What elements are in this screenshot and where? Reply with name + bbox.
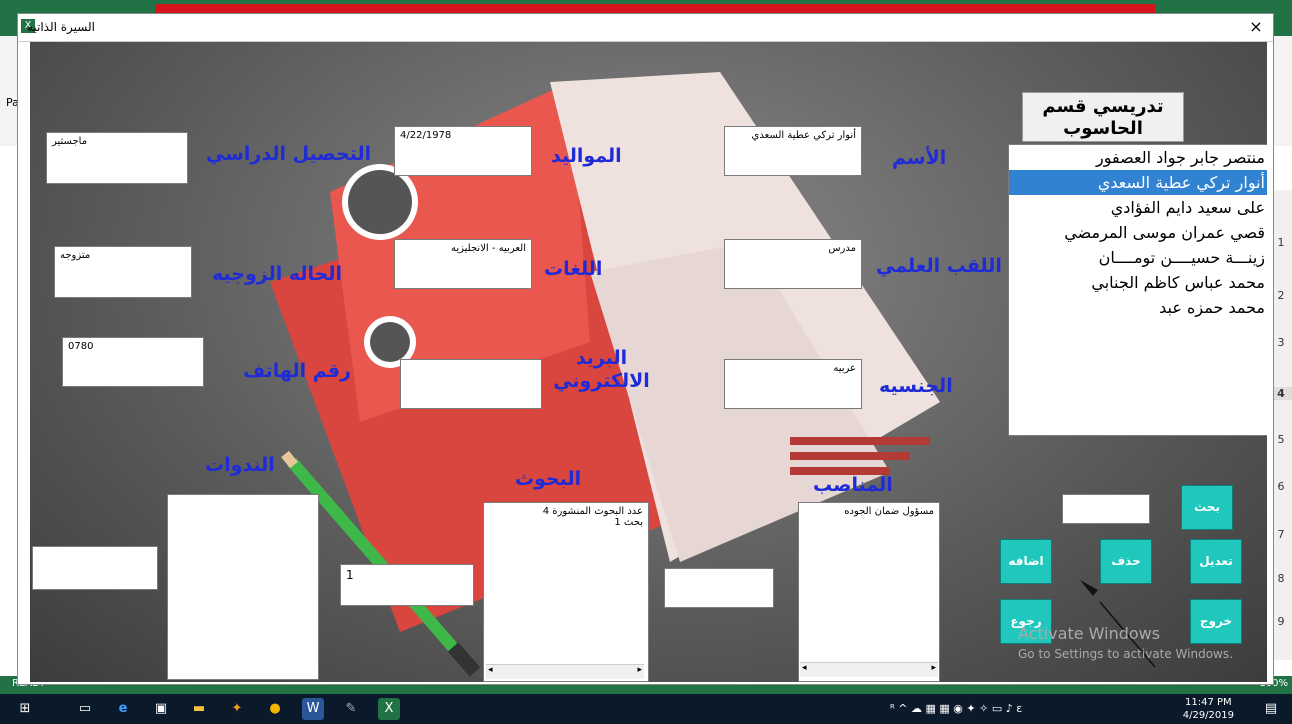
languages-field[interactable]: العربيه - الانجليزيه	[394, 239, 532, 289]
list-item[interactable]: منتصر جابر جواد العصفور	[1009, 145, 1267, 170]
notifications-icon[interactable]: ▤	[1260, 698, 1282, 720]
clock-date: 4/29/2019	[1182, 710, 1234, 721]
nationality-field[interactable]: عربيه	[724, 359, 862, 409]
horizontal-scrollbar[interactable]: ◂ ▸	[486, 664, 644, 679]
excel-icon[interactable]: X	[378, 698, 400, 720]
scroll-right-icon[interactable]: ▸	[637, 665, 642, 675]
name-label: الأسم	[892, 147, 947, 169]
phone-field[interactable]: 0780	[62, 337, 204, 387]
birth-label: المواليد	[551, 145, 622, 167]
email-field[interactable]	[400, 359, 542, 409]
research-field[interactable]: عدد البحوث المنشورة 4 بحث 1 ◂ ▸	[483, 502, 649, 682]
education-field[interactable]: ماجستير	[46, 132, 188, 184]
delete-button[interactable]: حذف	[1100, 539, 1152, 584]
nationality-label: الجنسيه	[879, 375, 953, 397]
department-header: تدريسي قسم الحاسوب	[1022, 92, 1184, 142]
close-icon[interactable]: ×	[1245, 17, 1267, 37]
positions-field[interactable]: مسؤول ضمان الجوده	[798, 502, 940, 682]
form-canvas: تدريسي قسم الحاسوب منتصر جابر جواد العصف…	[30, 42, 1267, 682]
taskbar: ⊞ ▭ e ▣ ▬ ✦ ● W ✎ X ᴿ ^ ☁ ▦ ▦ ◉ ✦ ✧ ▭ ♪ …	[0, 694, 1292, 724]
activation-watermark-sub: Go to Settings to activate Windows.	[1018, 647, 1233, 661]
file-explorer-icon[interactable]: ▬	[188, 698, 210, 720]
list-item[interactable]: زينـــة حسيــــن تومــــان	[1009, 245, 1267, 270]
list-item[interactable]: على سعيد دايم الفؤادي	[1009, 195, 1267, 220]
app-icon[interactable]: ✦	[226, 698, 248, 720]
windows-start-icon[interactable]: ⊞	[14, 698, 36, 720]
title-field[interactable]: مدرس	[724, 239, 862, 289]
clock-time: 11:47 PM	[1185, 697, 1232, 708]
form-title: السيرة الذاتيه	[26, 20, 95, 34]
name-field[interactable]: أنوار تركي عطية السعدي	[724, 126, 862, 176]
list-item[interactable]: محمد حمزه عبد	[1009, 295, 1267, 320]
scroll-left-icon[interactable]: ◂	[488, 665, 493, 675]
extra-field-2[interactable]	[664, 568, 774, 608]
form-titlebar: X السيرة الذاتيه ×	[18, 14, 1273, 42]
staff-listbox[interactable]: منتصر جابر جواد العصفور أنوار تركي عطية …	[1008, 144, 1267, 436]
seminars-field[interactable]	[167, 494, 319, 680]
horizontal-scrollbar[interactable]: ◂ ▸	[800, 662, 938, 677]
extra-field[interactable]	[32, 546, 158, 590]
research-line: عدد البحوث المنشورة 4	[542, 506, 643, 517]
cv-form-window: X السيرة الذاتيه × تدريسي قسم الحاسوب من…	[17, 13, 1274, 685]
email-label: البريد الالكتروني	[553, 347, 650, 392]
list-item-selected[interactable]: أنوار تركي عطية السعدي	[1009, 170, 1267, 195]
list-item[interactable]: قصي عمران موسى المرمضي	[1009, 220, 1267, 245]
search-input[interactable]	[1062, 494, 1150, 524]
add-button[interactable]: اضافه	[1000, 539, 1052, 584]
seminars-label: الندوات	[205, 454, 275, 476]
title-label: اللقب العلمي	[876, 255, 1002, 277]
paint-icon[interactable]: ✎	[340, 698, 362, 720]
marital-field[interactable]: متزوجه	[54, 246, 192, 298]
edge-icon[interactable]: e	[112, 698, 134, 720]
list-item[interactable]: محمد عباس كاظم الجنابي	[1009, 270, 1267, 295]
clock[interactable]: 11:47 PM 4/29/2019	[1183, 696, 1234, 722]
education-label: التحصيل الدراسي	[206, 143, 372, 165]
chrome-icon[interactable]: ●	[264, 698, 286, 720]
task-view-icon[interactable]: ▭	[74, 698, 96, 720]
research-label: البحوث	[515, 468, 582, 490]
search-button[interactable]: بحث	[1181, 485, 1233, 530]
marital-label: الحاله الزوجيه	[212, 263, 342, 285]
exit-button[interactable]: خروج	[1190, 599, 1242, 644]
languages-label: اللغات	[544, 258, 603, 280]
birth-field[interactable]: 4/22/1978	[394, 126, 532, 176]
research-line: بحث 1	[614, 517, 643, 528]
positions-label: المناصب	[813, 474, 893, 496]
scroll-left-icon[interactable]: ◂	[802, 663, 807, 673]
count-field[interactable]: 1	[340, 564, 474, 606]
system-tray-icons[interactable]: ᴿ ^ ☁ ▦ ▦ ◉ ✦ ✧ ▭ ♪ ε	[890, 702, 1022, 715]
store-icon[interactable]: ▣	[150, 698, 172, 720]
edit-button[interactable]: تعديل	[1190, 539, 1242, 584]
scroll-right-icon[interactable]: ▸	[931, 663, 936, 673]
word-icon[interactable]: W	[302, 698, 324, 720]
activation-watermark: Activate Windows	[1018, 624, 1161, 643]
phone-label: رقم الهاتف	[243, 360, 351, 382]
